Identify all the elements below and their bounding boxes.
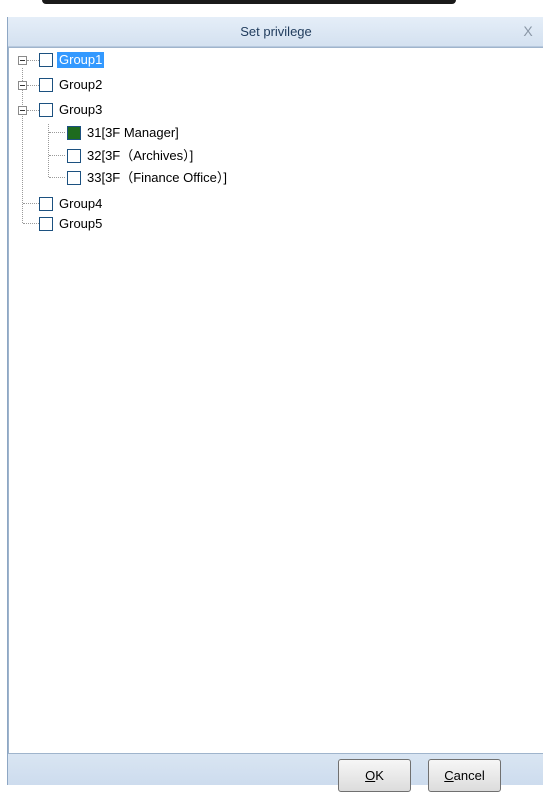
archives-label[interactable]: 32[3F（Archives）] [85, 148, 195, 164]
group4-checkbox[interactable] [39, 197, 53, 211]
cancel-mnemonic: C [444, 768, 454, 783]
close-button[interactable]: X [518, 21, 538, 41]
group4-label[interactable]: Group4 [57, 196, 104, 212]
ok-button[interactable]: OK [338, 759, 411, 792]
dialog-title: Set privilege [240, 24, 312, 39]
group3-checkbox[interactable] [39, 103, 53, 117]
group2-label[interactable]: Group2 [57, 77, 104, 93]
tree-node-group1[interactable]: Group1 [9, 51, 309, 69]
tree-node-33-3f-finance-office[interactable]: 33[3F（Finance Office）] [9, 169, 409, 187]
collapse-icon[interactable] [18, 106, 27, 115]
collapse-icon[interactable] [18, 81, 27, 90]
manager-label[interactable]: 31[3F Manager] [85, 125, 181, 141]
archives-checkbox[interactable] [67, 149, 81, 163]
finance-office-label[interactable]: 33[3F（Finance Office）] [85, 170, 229, 186]
window-top-shadow [42, 0, 456, 4]
tree-node-group5[interactable]: Group5 [9, 215, 309, 233]
tree-node-group2[interactable]: Group2 [9, 76, 309, 94]
cancel-label-rest: ancel [453, 768, 485, 783]
tree-node-group4[interactable]: Group4 [9, 195, 309, 213]
set-privilege-dialog: Set privilege X Group1 Group2 Group3 31[… [7, 17, 543, 792]
group1-checkbox[interactable] [39, 53, 53, 67]
group3-label[interactable]: Group3 [57, 102, 104, 118]
group5-label[interactable]: Group5 [57, 216, 104, 232]
tree-node-32-3f-archives[interactable]: 32[3F（Archives）] [9, 147, 409, 165]
ok-label-rest: K [375, 768, 384, 783]
group5-checkbox[interactable] [39, 217, 53, 231]
collapse-icon[interactable] [18, 56, 27, 65]
tree-node-group3[interactable]: Group3 [9, 101, 309, 119]
dialog-footer: OK Cancel [8, 754, 543, 792]
window-top-edge [0, 0, 543, 8]
tree-node-31-3f-manager[interactable]: 31[3F Manager] [9, 124, 409, 142]
cancel-button[interactable]: Cancel [428, 759, 501, 792]
privilege-tree[interactable]: Group1 Group2 Group3 31[3F Manager] 32[3… [8, 47, 543, 754]
group2-checkbox[interactable] [39, 78, 53, 92]
manager-checkbox[interactable] [67, 126, 81, 140]
ok-mnemonic: O [365, 768, 376, 783]
dialog-titlebar[interactable]: Set privilege X [8, 17, 543, 47]
group1-label[interactable]: Group1 [57, 52, 105, 68]
finance-office-checkbox[interactable] [67, 171, 81, 185]
